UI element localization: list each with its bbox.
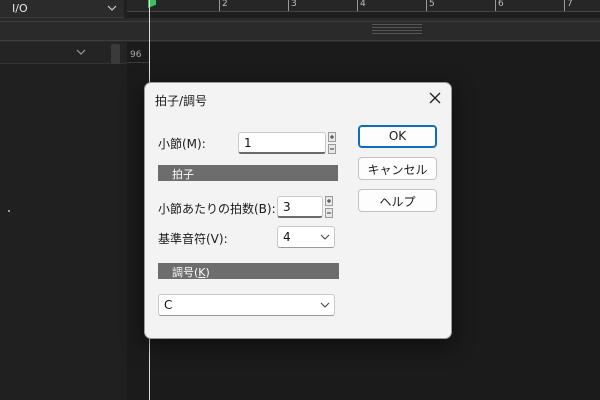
key-signature-select[interactable]: C: [158, 294, 335, 316]
ruler-number: 2: [222, 0, 228, 9]
time-key-signature-dialog: 拍子/調号 小節(M): 1 拍子 小節あたりの拍数(B): 3 基準音符(V)…: [144, 82, 452, 339]
divider: [127, 62, 149, 63]
cancel-button[interactable]: キャンセル: [358, 157, 437, 180]
track-header[interactable]: [0, 42, 127, 64]
ruler-number: 7: [567, 0, 573, 9]
ruler-tick: [357, 0, 358, 11]
beat-unit-select[interactable]: 4: [277, 226, 335, 248]
chevron-down-icon: [320, 234, 330, 240]
key-section-label: 調号: [172, 266, 194, 279]
spin-up-down-icon[interactable]: [328, 132, 336, 154]
io-select-label: I/O: [12, 2, 28, 15]
beat-unit-value: 4: [283, 230, 291, 244]
ruler-number: 3: [291, 0, 297, 9]
dialog-title: 拍子/調号: [155, 94, 208, 108]
beats-spinner[interactable]: [325, 196, 333, 218]
dialog-titlebar[interactable]: 拍子/調号: [145, 83, 451, 113]
close-button[interactable]: [425, 88, 445, 108]
ruler-tick: [219, 0, 220, 11]
ruler-number: 6: [498, 0, 504, 9]
scroll-handle[interactable]: [111, 44, 120, 64]
help-button[interactable]: ヘルプ: [358, 189, 437, 212]
divider: [0, 40, 600, 41]
ruler-number: 5: [429, 0, 435, 9]
spin-up-down-icon[interactable]: [325, 196, 333, 218]
ruler-tick: [564, 0, 565, 11]
key-section-accel-key: K: [198, 266, 206, 279]
close-icon[interactable]: [425, 88, 445, 108]
ok-button[interactable]: OK: [358, 125, 437, 148]
ruler-tick: [495, 0, 496, 11]
ruler-tick: [288, 0, 289, 11]
timeline-ruler[interactable]: 2 3 4 5 6 7: [127, 0, 600, 12]
ruler-number: 4: [360, 0, 366, 9]
divider: [0, 21, 600, 22]
measure-spinner[interactable]: [328, 132, 336, 154]
key-signature-value: C: [164, 298, 173, 312]
chevron-down-icon[interactable]: [76, 47, 86, 57]
measure-label: 小節(M):: [158, 137, 206, 151]
ruler-tick: [426, 0, 427, 11]
key-section-header: 調号(K): [158, 263, 339, 279]
io-select[interactable]: I/O: [0, 0, 124, 18]
beats-per-measure-input[interactable]: 3: [277, 196, 323, 218]
chevron-down-icon: [320, 302, 330, 308]
beat-unit-label: 基準音符(V):: [158, 232, 228, 246]
meter-section-header: 拍子: [158, 165, 338, 181]
key-section-accel-close: ): [205, 266, 210, 279]
beats-per-measure-label: 小節あたりの拍数(B):: [158, 202, 276, 216]
chevron-down-icon: [107, 5, 117, 11]
resize-grip-icon[interactable]: [372, 24, 422, 38]
marker-dot: [8, 210, 10, 212]
measure-input[interactable]: 1: [238, 132, 326, 154]
toolbar-strip: [0, 18, 600, 42]
lane-position-label: 96: [130, 50, 142, 60]
